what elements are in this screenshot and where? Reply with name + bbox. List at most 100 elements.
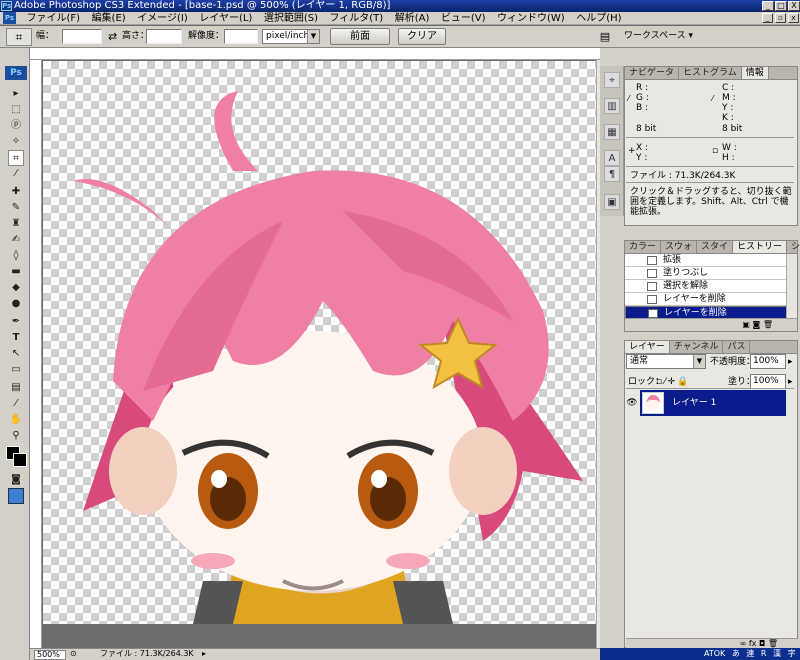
menu-edit[interactable]: 編集(E) (88, 12, 130, 25)
opacity-field[interactable]: 100% (750, 354, 786, 369)
doc-minimize-button[interactable]: _ (762, 13, 773, 23)
status-icon[interactable]: ⊙ (70, 649, 80, 659)
history-brush-icon[interactable]: ✍ (8, 232, 24, 248)
document-canvas[interactable] (43, 61, 600, 624)
pen-tool-icon[interactable]: ✒ (8, 314, 24, 330)
status-menu-arrow[interactable]: ▸ (202, 649, 212, 659)
menu-image[interactable]: イメージ(I) (133, 12, 192, 25)
type-tool-icon[interactable]: T (8, 330, 24, 346)
ime-item[interactable]: R (761, 649, 767, 658)
quick-mask-icon[interactable]: ◙ (8, 472, 24, 488)
tab-paths[interactable]: パス (723, 341, 751, 353)
layer-row[interactable]: レイヤー 1 (640, 390, 786, 416)
palette-well-icon[interactable]: ▤ (598, 30, 612, 44)
tab-info[interactable]: 情報 (741, 67, 769, 79)
menu-layer[interactable]: レイヤー(L) (195, 12, 256, 25)
doc-close-button[interactable]: x (788, 13, 799, 23)
history-row[interactable]: 選択を解除 (625, 280, 797, 293)
tab-channels[interactable]: チャンネル (670, 341, 724, 353)
hand-tool-icon[interactable]: ✋ (8, 412, 24, 428)
menu-select[interactable]: 選択範囲(S) (260, 12, 322, 25)
zoom-tool-icon[interactable]: ⚲ (8, 428, 24, 444)
notes-tool-icon[interactable]: ▤ (8, 380, 24, 396)
snapshot-icon[interactable]: ◙ (753, 320, 761, 329)
magic-wand-icon[interactable]: ✧ (8, 134, 24, 150)
brush-tool-icon[interactable]: ✎ (8, 200, 24, 216)
background-color-swatch[interactable] (13, 453, 27, 467)
move-tool-icon[interactable]: ▸ (8, 86, 24, 102)
lock-icons[interactable]: ▫⁄✛🔒 (656, 377, 690, 387)
screen-mode-icon[interactable] (8, 488, 24, 504)
menu-filter[interactable]: フィルタ(T) (325, 12, 387, 25)
maximize-button[interactable]: □ (775, 1, 787, 11)
paragraph-icon[interactable]: ¶ (604, 166, 620, 182)
crop-tool-icon[interactable]: ⌗ (8, 150, 24, 166)
fx-icon[interactable]: fx (749, 639, 757, 648)
menu-analysis[interactable]: 解析(A) (391, 12, 434, 25)
menu-view[interactable]: ビュー(V) (437, 12, 490, 25)
height-field[interactable] (146, 29, 182, 44)
front-image-button[interactable]: 前面 (330, 28, 390, 45)
mask-icon[interactable]: ◘ (759, 639, 765, 648)
fill-field[interactable]: 100% (750, 374, 786, 389)
gradient-tool-icon[interactable]: ▬ (8, 264, 24, 280)
ime-item[interactable]: ATOK (704, 649, 725, 658)
eyedropper2-icon[interactable]: ⁄ (8, 396, 24, 412)
history-row[interactable]: 拡張 (625, 254, 797, 267)
lasso-tool-icon[interactable]: ⓟ (8, 118, 24, 134)
swap-icon[interactable]: ⇄ (108, 31, 117, 42)
history-scrollbar[interactable] (786, 254, 797, 318)
ime-item[interactable]: 連 (746, 649, 754, 658)
eraser-tool-icon[interactable]: ◊ (8, 248, 24, 264)
clear-button[interactable]: クリア (398, 28, 446, 45)
minimize-button[interactable]: _ (762, 1, 774, 11)
resolution-field[interactable] (224, 29, 258, 44)
eyedropper-icon[interactable]: ⁄ (8, 166, 24, 182)
menu-help[interactable]: ヘルプ(H) (572, 12, 625, 25)
ime-item[interactable]: あ (732, 649, 740, 658)
menu-window[interactable]: ウィンドウ(W) (493, 12, 569, 25)
navigator-icon[interactable]: ⌖ (604, 72, 620, 88)
trash-icon[interactable]: 🗑 (763, 320, 773, 329)
ime-item[interactable]: 漢 (773, 649, 781, 658)
crop-icon[interactable]: ⌗ (6, 28, 32, 46)
ps-logo[interactable]: Ps (5, 66, 27, 80)
healing-brush-icon[interactable]: ✚ (8, 184, 24, 200)
path-select-icon[interactable]: ↖ (8, 346, 24, 362)
close-button[interactable]: X (788, 1, 800, 11)
eye-icon[interactable]: 👁 (626, 392, 638, 414)
new-document-icon[interactable]: ▣ (742, 320, 750, 329)
tab-histogram[interactable]: ヒストグラム (679, 67, 742, 79)
brush-panel-icon[interactable]: ▦ (604, 124, 620, 140)
blur-tool-icon[interactable]: ◆ (8, 280, 24, 296)
tab-color[interactable]: カラー (625, 241, 662, 253)
tab-layers[interactable]: レイヤー (625, 341, 670, 353)
workspace-menu[interactable]: ワークスペース ▾ (624, 31, 693, 42)
character-icon[interactable]: A (604, 150, 620, 166)
resolution-unit-select[interactable]: pixel/inch ▼ (262, 29, 320, 44)
tab-actions[interactable]: ション (787, 241, 800, 253)
blend-mode-select[interactable]: 通常 ▼ (626, 354, 706, 369)
histogram-icon[interactable]: ▥ (604, 98, 620, 114)
tab-swatches[interactable]: スウォ (661, 241, 698, 253)
link-icon[interactable]: ∞ (740, 639, 747, 648)
tool-presets-icon[interactable]: ▣ (604, 194, 620, 210)
ime-item[interactable]: 字 (788, 649, 796, 658)
tab-navigator[interactable]: ナビゲータ (625, 67, 680, 79)
tab-history[interactable]: ヒストリー (733, 241, 788, 253)
fill-arrow-icon[interactable]: ▸ (788, 377, 793, 387)
width-field[interactable] (62, 29, 102, 44)
doc-restore-button[interactable]: ▫ (775, 13, 786, 23)
marquee-tool-icon[interactable]: ⬚ (8, 102, 24, 118)
ps-menu-icon[interactable]: Ps (3, 12, 16, 24)
shape-tool-icon[interactable]: ▭ (8, 362, 24, 378)
stamp-tool-icon[interactable]: ♜ (8, 216, 24, 232)
history-row[interactable]: 塗りつぶし (625, 267, 797, 280)
dodge-tool-icon[interactable]: ● (8, 296, 24, 312)
menu-file[interactable]: ファイル(F) (23, 12, 85, 25)
history-row-selected[interactable]: レイヤーを削除 (625, 306, 797, 318)
zoom-field[interactable]: 500% (34, 650, 66, 660)
trash-icon[interactable]: 🗑 (768, 639, 778, 648)
history-row[interactable]: レイヤーを削除 (625, 293, 797, 306)
tab-styles[interactable]: スタイ (697, 241, 734, 253)
